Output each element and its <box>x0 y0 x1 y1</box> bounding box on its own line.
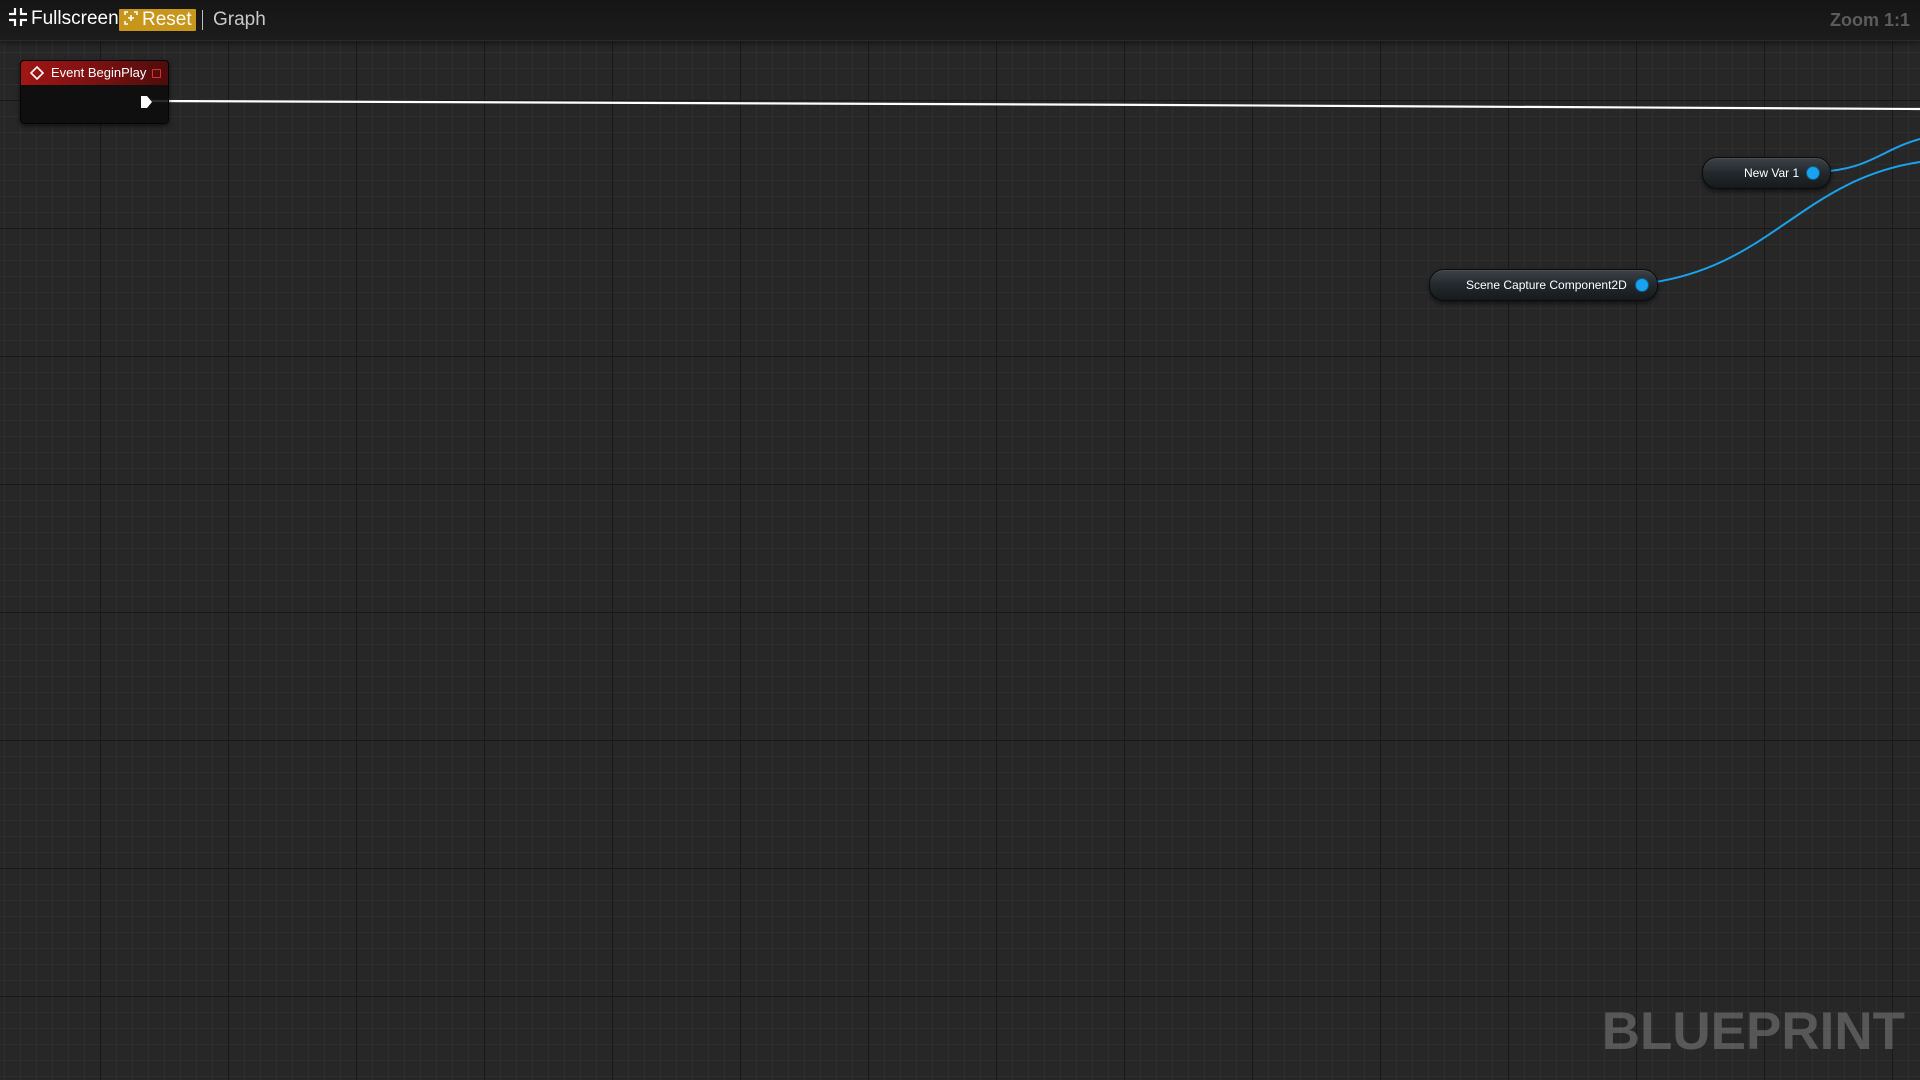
fullscreen-icon <box>8 7 28 27</box>
toolbar-divider <box>202 10 203 30</box>
event-diamond-icon <box>30 66 44 80</box>
fullscreen-label: Fullscreen <box>31 8 119 29</box>
new-var-wire[interactable] <box>1815 138 1920 173</box>
exec-output-pin-icon[interactable] <box>139 95 153 109</box>
blueprint-graph-canvas[interactable]: Fullscreen Reset Graph Zoom 1:1 Event Be… <box>0 0 1920 1080</box>
graph-title: Graph <box>213 9 266 30</box>
new-var-1-node[interactable]: New Var 1 <box>1702 157 1831 189</box>
wire-layer <box>149 99 1920 285</box>
object-output-pin-icon[interactable] <box>1636 279 1648 291</box>
event-node-header: Event BeginPlay <box>21 61 168 85</box>
reset-button[interactable]: Reset <box>119 9 196 31</box>
event-node-title: Event BeginPlay <box>51 65 147 80</box>
object-output-pin-icon[interactable] <box>1807 167 1819 179</box>
scene-capture-component2d-node[interactable]: Scene Capture Component2D <box>1429 269 1658 301</box>
reset-crosshair-icon <box>123 10 139 26</box>
event-beginplay-node[interactable]: Event BeginPlay <box>20 60 169 124</box>
graph-toolbar: Fullscreen Reset Graph Zoom 1:1 <box>0 0 1920 41</box>
variable-label: New Var 1 <box>1744 166 1800 180</box>
exec-wire[interactable] <box>149 99 1920 111</box>
delegate-pin-icon[interactable] <box>152 69 161 78</box>
zoom-level: Zoom 1:1 <box>1829 10 1910 30</box>
fullscreen-button[interactable]: Fullscreen <box>8 7 119 30</box>
reset-label: Reset <box>142 9 192 30</box>
variable-label: Scene Capture Component2D <box>1466 278 1627 292</box>
blueprint-watermark: BLUEPRINT <box>1601 1002 1905 1061</box>
